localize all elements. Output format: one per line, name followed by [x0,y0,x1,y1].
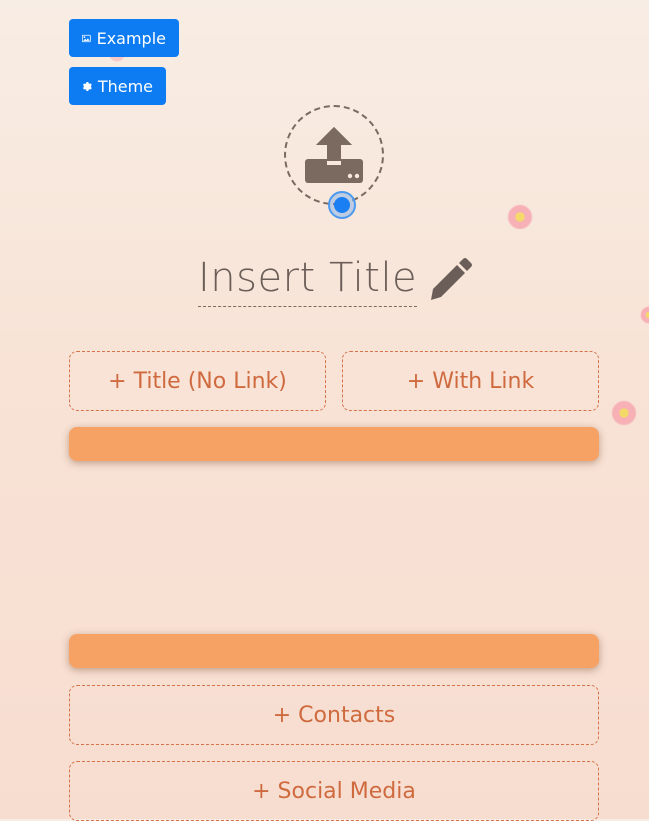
link-bar[interactable] [69,634,599,668]
gear-icon [82,81,92,91]
page-title[interactable]: Insert Title [198,252,418,307]
flower-decoration [611,400,637,426]
add-social-media-button[interactable]: + Social Media [69,761,599,821]
pencil-icon[interactable] [427,257,473,303]
theme-button-label: Theme [97,76,153,96]
upload-icon [305,127,363,183]
flower-decoration [507,204,533,230]
title-row: Insert Title [198,252,473,307]
example-button[interactable]: Example [69,19,179,57]
avatar-upload[interactable] [284,105,384,205]
link-bar[interactable] [69,427,599,461]
add-link-button[interactable]: + With Link [342,351,599,411]
example-button-label: Example [96,28,166,48]
add-title-no-link-button[interactable]: + Title (No Link) [69,351,326,411]
theme-button[interactable]: Theme [69,67,166,105]
avatar-adjust-handle[interactable] [328,191,356,219]
flower-decoration [640,306,649,324]
image-icon [82,34,91,42]
add-contacts-button[interactable]: + Contacts [69,685,599,745]
